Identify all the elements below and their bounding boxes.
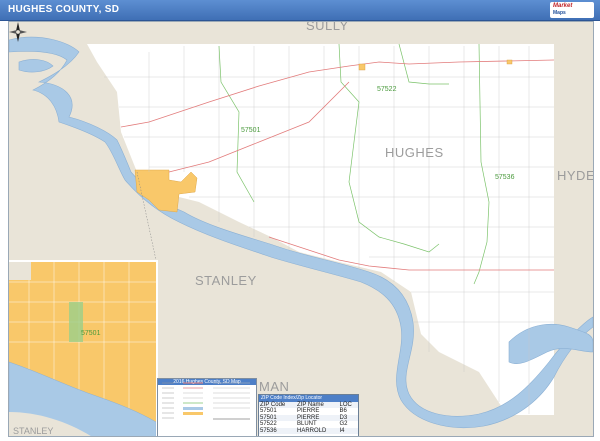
zip-table-title: ZIP Code Index/Zip Locator (259, 395, 358, 402)
inset-map-pierre[interactable]: 57501 STANLEY (9, 260, 158, 436)
zip-table-row: 57522 BLUNT G2 (259, 421, 358, 427)
legend-symbols (162, 382, 250, 420)
river-inlet (18, 59, 54, 73)
town-harrold (506, 59, 513, 65)
logo-line-1: Market (553, 3, 573, 9)
label-zip-57501: 57501 (241, 127, 261, 134)
inset-graphics (9, 262, 156, 436)
map-legend: 2016 Hughes County, SD Map (157, 378, 257, 436)
town-blunt (358, 63, 366, 71)
title-bar: HUGHES COUNTY, SD Market Maps (0, 0, 600, 21)
north-arrow-icon (9, 22, 27, 42)
zip-loc-cell: I4 (338, 427, 358, 435)
publisher-logo: Market Maps (550, 2, 594, 18)
zip-table: ZIP Code ZIP Name LOC 57501 PIERRE B6 57… (259, 402, 358, 435)
zip-code-cell: 57536 (259, 427, 296, 435)
label-county-east: HYDE (557, 168, 594, 183)
label-inset-stanley: STANLEY (13, 426, 54, 436)
zip-table-row: 57501 PIERRE B6 (259, 408, 358, 414)
label-zip-57536: 57536 (495, 174, 515, 181)
zip-name-cell: HARROLD (295, 427, 339, 435)
map-poster: HUGHES COUNTY, SD Market Maps SULLY HUGH… (0, 0, 600, 441)
label-zip-57522: 57522 (377, 86, 397, 93)
zip-code-index: ZIP Code Index/Zip Locator ZIP Code ZIP … (258, 394, 359, 436)
label-county-southwest: STANLEY (195, 273, 257, 288)
map-canvas[interactable]: SULLY HUGHES HYDE STANLEY MAN 57522 5750… (8, 21, 594, 437)
label-county-north: SULLY (306, 21, 349, 33)
map-title: HUGHES COUNTY, SD (8, 4, 120, 15)
zip-table-row: 57536 HARROLD I4 (259, 427, 358, 435)
label-county-main: HUGHES (385, 145, 444, 160)
label-county-south: MAN (259, 379, 290, 394)
label-inset-zip-57501: 57501 (81, 330, 101, 337)
logo-line-2: Maps (553, 10, 566, 16)
